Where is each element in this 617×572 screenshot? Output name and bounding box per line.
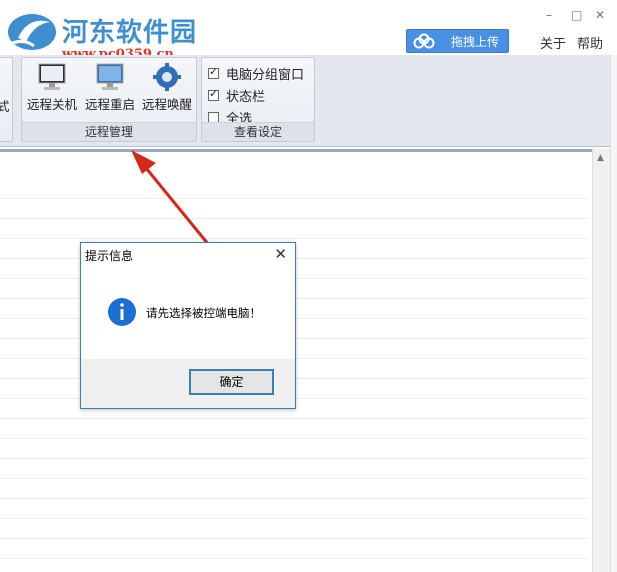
maximize-button[interactable]: □	[571, 8, 582, 22]
drag-upload-label: 拖拽上传	[451, 34, 500, 49]
view-settings-group-label: 查看设定	[202, 122, 314, 141]
computer-group-window-checkbox[interactable]: 电脑分组窗口	[208, 64, 304, 83]
ok-button[interactable]: 确定	[189, 369, 274, 395]
remote-restart-button[interactable]: 远程重启	[82, 62, 138, 113]
ribbon-toolbar: 式 远程关机 远程重启 远程唤醒 远程管理 ✓ 电脑分组窗口 ✓ 状态栏 全选 …	[0, 55, 610, 147]
info-icon	[108, 298, 136, 326]
watermark-logo-icon	[8, 14, 56, 50]
status-bar-checkbox[interactable]: 状态栏	[208, 86, 265, 105]
checkbox-checked-icon	[208, 65, 219, 79]
watermark-title: 河东软件园	[62, 18, 198, 48]
help-menu[interactable]: 帮助	[577, 33, 603, 52]
cloud-icon	[413, 33, 435, 49]
partial-button-label[interactable]: 式	[0, 96, 10, 115]
gear-wake-icon	[153, 63, 181, 91]
monitor-icon	[38, 63, 66, 90]
remote-management-group-label: 远程管理	[22, 122, 196, 141]
view-settings-group: 电脑分组窗口 状态栏 全选 查看设定	[201, 57, 315, 142]
dialog-close-icon[interactable]: ✕	[274, 245, 287, 263]
list-top-border	[0, 149, 592, 152]
drag-upload-button[interactable]: 拖拽上传	[406, 29, 509, 53]
window-right-edge	[610, 55, 617, 572]
scroll-up-arrow-icon[interactable]: ▲	[597, 153, 604, 163]
ribbon-group-partial: 式	[0, 57, 13, 142]
remote-shutdown-label: 远程关机	[26, 97, 77, 112]
about-menu[interactable]: 关于	[540, 33, 566, 52]
remote-shutdown-button[interactable]: 远程关机	[24, 62, 80, 113]
status-bar-label: 状态栏	[226, 90, 266, 105]
prompt-dialog: 提示信息 ✕ 请先选择被控端电脑！ 确定	[80, 242, 296, 409]
remote-management-group: 远程关机 远程重启 远程唤醒 远程管理	[21, 57, 197, 142]
monitor-restart-icon	[96, 63, 124, 90]
close-window-button[interactable]: ✕	[595, 8, 605, 22]
dialog-footer: 确定	[81, 359, 295, 408]
dialog-message: 请先选择被控端电脑！	[146, 306, 261, 320]
remote-wake-button[interactable]: 远程唤醒	[139, 62, 195, 113]
remote-restart-label: 远程重启	[84, 97, 135, 112]
dialog-title: 提示信息	[85, 249, 134, 263]
remote-wake-label: 远程唤醒	[141, 97, 192, 112]
title-bar: 河东软件园 www.pc0359.cn – □ ✕ 拖拽上传 关于 帮助	[0, 0, 617, 62]
vertical-scrollbar[interactable]: ▲	[592, 149, 611, 572]
checkbox-checked-icon	[208, 87, 219, 101]
minimize-button[interactable]: –	[546, 8, 552, 22]
computer-group-window-label: 电脑分组窗口	[226, 68, 305, 83]
